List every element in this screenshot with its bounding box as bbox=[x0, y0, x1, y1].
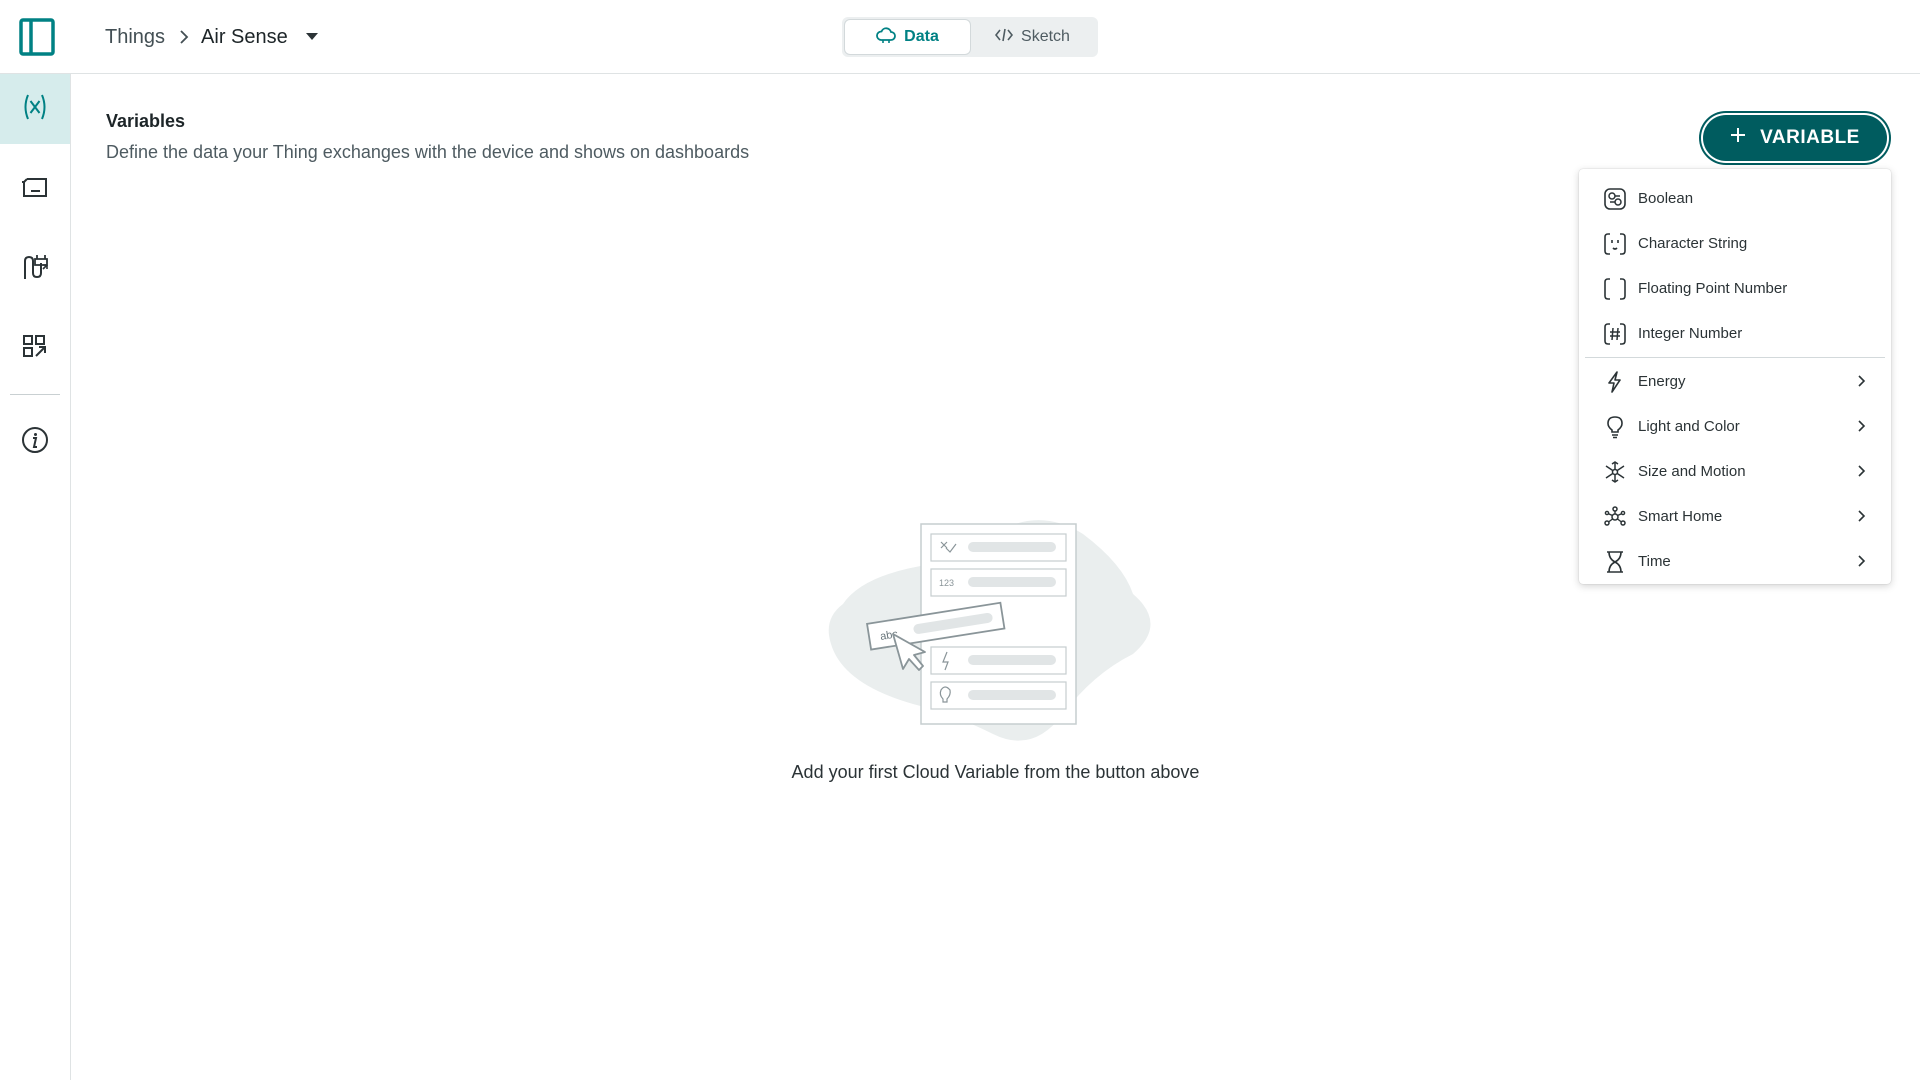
chevron-right-icon bbox=[1853, 553, 1869, 569]
menu-item-energy-label: Energy bbox=[1638, 373, 1686, 390]
menu-item-floating-point-number-label: Floating Point Number bbox=[1638, 280, 1788, 297]
sidebar-toggle-icon[interactable] bbox=[19, 18, 55, 56]
tab-data-label: Data bbox=[904, 28, 939, 45]
code-icon bbox=[995, 28, 1014, 47]
nav-divider bbox=[10, 394, 60, 395]
empty-state-text: Add your first Cloud Variable from the b… bbox=[791, 762, 1200, 782]
menu-item-time[interactable]: Time bbox=[1579, 539, 1891, 584]
page-description: Define the data your Thing exchanges wit… bbox=[106, 142, 750, 162]
nav-item-info[interactable] bbox=[0, 407, 70, 477]
nav-item-dashboards[interactable] bbox=[0, 314, 70, 384]
chevron-right-icon bbox=[1853, 418, 1869, 434]
menu-item-character-string-label: Character String bbox=[1638, 235, 1748, 252]
caret-down-icon[interactable] bbox=[305, 33, 318, 41]
menu-item-smart-home-label: Smart Home bbox=[1638, 508, 1723, 525]
page-title: Variables bbox=[106, 111, 186, 131]
menu-item-floating-point-number[interactable]: Floating Point Number bbox=[1579, 266, 1891, 311]
nav-item-devices[interactable] bbox=[0, 154, 70, 224]
breadcrumb-current-thing: Air Sense bbox=[201, 25, 288, 48]
add-variable-label: VARIABLE bbox=[1760, 127, 1860, 148]
float-icon bbox=[1603, 277, 1627, 301]
menu-item-light-and-color[interactable]: Light and Color bbox=[1579, 404, 1891, 449]
add-variable-button[interactable]: VARIABLE bbox=[1703, 115, 1887, 161]
variable-type-menu: Boolean Character String Floating Point … bbox=[1579, 169, 1891, 584]
menu-divider bbox=[1585, 357, 1885, 358]
breadcrumb-things-link[interactable]: Things bbox=[105, 26, 165, 49]
cloud-icon bbox=[876, 26, 897, 49]
boolean-icon bbox=[1603, 187, 1627, 211]
menu-item-size-and-motion[interactable]: Size and Motion bbox=[1579, 449, 1891, 494]
trigger-icon bbox=[21, 253, 49, 286]
variable-icon bbox=[20, 92, 50, 127]
device-icon bbox=[20, 174, 50, 205]
left-nav bbox=[0, 74, 71, 1080]
tab-sketch-label: Sketch bbox=[1021, 28, 1070, 45]
info-icon bbox=[21, 426, 49, 459]
empty-state-illustration: 123 abc bbox=[823, 484, 1173, 784]
energy-icon bbox=[1603, 370, 1627, 394]
breadcrumb: Things Air Sense bbox=[105, 22, 318, 52]
view-switcher: Data Sketch bbox=[842, 17, 1098, 57]
tab-data[interactable]: Data bbox=[845, 20, 970, 54]
chevron-right-icon bbox=[1853, 508, 1869, 524]
illustration-num-label: 123 bbox=[939, 578, 954, 588]
menu-item-size-and-motion-label: Size and Motion bbox=[1638, 463, 1746, 480]
hourglass-icon bbox=[1603, 550, 1627, 574]
menu-item-boolean[interactable]: Boolean bbox=[1579, 176, 1891, 221]
menu-item-character-string[interactable]: Character String bbox=[1579, 221, 1891, 266]
smart-home-icon bbox=[1603, 505, 1627, 529]
menu-item-smart-home[interactable]: Smart Home bbox=[1579, 494, 1891, 539]
tab-sketch[interactable]: Sketch bbox=[970, 20, 1095, 54]
nav-item-triggers[interactable] bbox=[0, 234, 70, 304]
chevron-right-icon bbox=[1853, 463, 1869, 479]
string-icon bbox=[1603, 232, 1627, 256]
menu-item-light-and-color-label: Light and Color bbox=[1638, 418, 1740, 435]
motion-icon bbox=[1603, 460, 1627, 484]
plus-icon bbox=[1730, 127, 1746, 149]
menu-item-integer-number-label: Integer Number bbox=[1638, 325, 1743, 342]
dashboard-link-icon bbox=[22, 334, 48, 365]
top-bar: Things Air Sense Data Sketch bbox=[0, 0, 1920, 74]
integer-icon bbox=[1603, 322, 1627, 346]
chevron-right-icon bbox=[1853, 373, 1869, 389]
chevron-right-icon bbox=[179, 30, 189, 44]
menu-item-energy[interactable]: Energy bbox=[1579, 359, 1891, 404]
lightbulb-icon bbox=[1603, 415, 1627, 439]
menu-item-boolean-label: Boolean bbox=[1638, 190, 1694, 207]
menu-item-time-label: Time bbox=[1638, 553, 1671, 570]
nav-item-variables[interactable] bbox=[0, 74, 70, 144]
menu-item-integer-number[interactable]: Integer Number bbox=[1579, 311, 1891, 356]
